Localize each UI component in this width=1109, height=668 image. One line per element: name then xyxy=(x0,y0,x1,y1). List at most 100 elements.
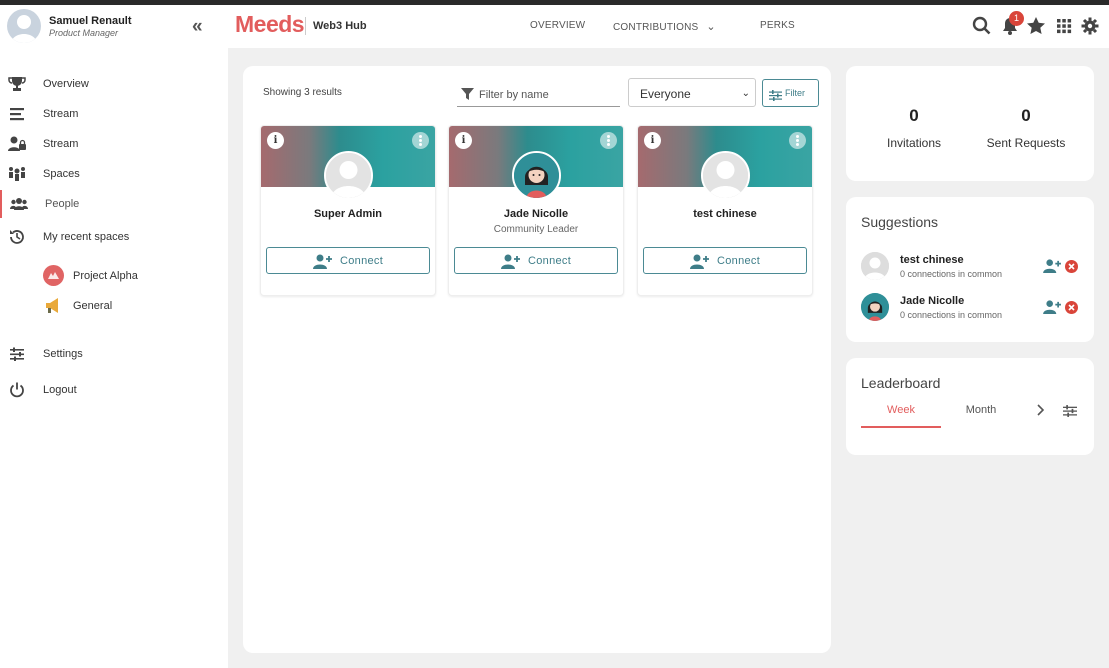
nav-overview[interactable]: OVERVIEW xyxy=(530,20,585,31)
nav-perks[interactable]: PERKS xyxy=(760,20,795,31)
collapse-sidebar-icon[interactable]: « xyxy=(192,17,203,36)
user-name: Samuel Renault xyxy=(49,15,132,27)
spaces-icon xyxy=(8,165,26,183)
history-icon xyxy=(8,228,26,246)
hub-name: Web3 Hub xyxy=(313,20,367,32)
connect-button[interactable]: Connect xyxy=(454,247,618,274)
avatar[interactable] xyxy=(512,151,561,200)
apps-grid-icon[interactable] xyxy=(1054,16,1074,36)
invitations-link[interactable]: Invitations xyxy=(854,136,974,150)
tab-month[interactable]: Month xyxy=(941,404,1021,416)
chevron-down-icon: ⌄ xyxy=(741,88,750,99)
leaderboard-panel: Leaderboard Week Month xyxy=(846,358,1094,455)
space-avatar-icon xyxy=(43,265,64,286)
user-role: Product Manager xyxy=(49,28,119,38)
sidebar-item-recent-spaces[interactable]: My recent spaces xyxy=(0,223,228,251)
connect-button[interactable]: Connect xyxy=(266,247,430,274)
filter-by-name-field[interactable] xyxy=(457,83,620,107)
stream-icon xyxy=(8,105,26,123)
suggestion-item: Jade Nicolle 0 connections in common xyxy=(860,292,1082,322)
info-icon[interactable]: i xyxy=(644,132,661,149)
suggestion-name[interactable]: Jade Nicolle xyxy=(900,295,964,307)
chevron-down-icon: ⌄ xyxy=(706,21,716,33)
invitations-count: 0 xyxy=(909,106,919,125)
sliders-icon[interactable] xyxy=(1063,404,1077,422)
sidebar-item-label: My recent spaces xyxy=(43,231,130,243)
nav-contributions[interactable]: CONTRIBUTIONS ⌄ xyxy=(613,20,716,33)
gear-icon[interactable] xyxy=(1080,16,1100,36)
person-card: i Jade Nicolle Community Leader Connect xyxy=(448,125,624,296)
megaphone-icon xyxy=(43,295,64,316)
nav-contributions-label: CONTRIBUTIONS xyxy=(613,22,699,33)
select-value: Everyone xyxy=(640,87,691,101)
user-plus-icon xyxy=(501,253,521,274)
avatar[interactable] xyxy=(701,151,750,200)
avatar[interactable] xyxy=(861,252,889,280)
sidebar-item-people[interactable]: People xyxy=(0,190,228,218)
space-label: Project Alpha xyxy=(73,270,138,282)
space-label: General xyxy=(73,300,113,312)
sidebar-item-label: Logout xyxy=(43,384,77,396)
person-name[interactable]: Jade Nicolle xyxy=(449,208,623,220)
people-icon xyxy=(10,195,28,213)
top-bar: Meeds Web3 Hub OVERVIEW CONTRIBUTIONS ⌄ P… xyxy=(228,5,1109,48)
suggestion-common: 0 connections in common xyxy=(900,310,1003,320)
avatar[interactable] xyxy=(324,151,373,200)
sent-requests-link[interactable]: Sent Requests xyxy=(966,136,1086,150)
filter-button-label: Filter xyxy=(785,88,805,98)
more-vertical-icon[interactable] xyxy=(412,132,429,149)
close-icon[interactable] xyxy=(1065,301,1078,314)
people-panel: Showing 3 results Everyone ⌄ Filter i Su… xyxy=(243,66,831,653)
user-plus-icon[interactable] xyxy=(1043,299,1062,319)
user-lock-icon xyxy=(8,135,26,153)
active-tab-indicator xyxy=(861,426,941,428)
sidebar-item-stream-private[interactable]: Stream xyxy=(0,130,228,158)
sliders-icon xyxy=(769,88,782,106)
sidebar-item-label: Spaces xyxy=(43,168,80,180)
info-icon[interactable]: i xyxy=(455,132,472,149)
leaderboard-title: Leaderboard xyxy=(861,375,941,391)
logo-divider xyxy=(305,17,306,35)
sidebar-item-logout[interactable]: Logout xyxy=(0,376,228,404)
person-role: Community Leader xyxy=(493,224,579,235)
search-icon[interactable] xyxy=(972,16,992,36)
sidebar-item-label: People xyxy=(45,198,80,210)
close-icon[interactable] xyxy=(1065,260,1078,273)
filter-icon xyxy=(461,88,474,106)
connect-button[interactable]: Connect xyxy=(643,247,807,274)
trophy-icon xyxy=(8,75,26,93)
person-name[interactable]: Super Admin xyxy=(261,208,435,220)
people-type-select[interactable]: Everyone ⌄ xyxy=(628,78,756,107)
more-vertical-icon[interactable] xyxy=(600,132,617,149)
power-icon xyxy=(8,381,26,399)
sent-requests-count: 0 xyxy=(1021,106,1031,125)
notification-badge: 1 xyxy=(1009,11,1024,26)
sidebar: Samuel Renault Product Manager « Overvie… xyxy=(0,5,228,668)
avatar[interactable] xyxy=(861,293,889,321)
chevron-right-icon[interactable] xyxy=(1035,403,1045,421)
tab-week[interactable]: Week xyxy=(861,404,941,416)
user-plus-icon xyxy=(313,253,333,274)
sidebar-item-overview[interactable]: Overview xyxy=(0,70,228,98)
more-vertical-icon[interactable] xyxy=(789,132,806,149)
meeds-logo[interactable]: Meeds xyxy=(235,11,305,38)
filter-button[interactable]: Filter xyxy=(762,79,819,107)
recent-space-general[interactable]: General xyxy=(0,292,228,320)
person-card: i Super Admin Connect xyxy=(260,125,436,296)
connect-label: Connect xyxy=(340,255,384,267)
sidebar-item-stream[interactable]: Stream xyxy=(0,100,228,128)
sidebar-item-settings[interactable]: Settings xyxy=(0,340,228,368)
user-avatar xyxy=(7,9,41,43)
filter-by-name-input[interactable] xyxy=(479,86,617,104)
sidebar-item-spaces[interactable]: Spaces xyxy=(0,160,228,188)
person-card: i test chinese Connect xyxy=(637,125,813,296)
person-name[interactable]: test chinese xyxy=(638,208,812,220)
info-icon[interactable]: i xyxy=(267,132,284,149)
suggestion-item: test chinese 0 connections in common xyxy=(860,251,1082,281)
suggestion-name[interactable]: test chinese xyxy=(900,254,964,266)
sidebar-item-label: Overview xyxy=(43,78,89,90)
star-icon[interactable] xyxy=(1026,16,1046,36)
suggestions-panel: Suggestions test chinese 0 connections i… xyxy=(846,197,1094,342)
user-plus-icon[interactable] xyxy=(1043,258,1062,278)
recent-space-project-alpha[interactable]: Project Alpha xyxy=(0,262,228,290)
